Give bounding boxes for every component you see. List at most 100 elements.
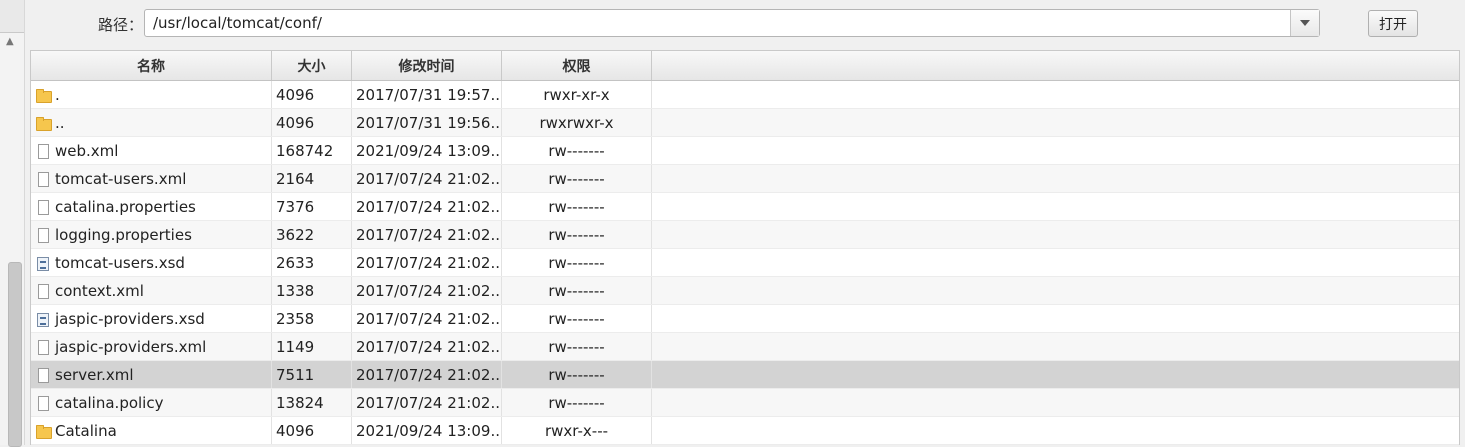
- file-name: context.xml: [55, 281, 144, 300]
- chevron-down-icon: [1300, 20, 1310, 26]
- path-dropdown-button[interactable]: [1290, 10, 1319, 36]
- cell-size: 2358: [272, 305, 352, 332]
- path-input[interactable]: [153, 10, 1283, 36]
- column-header-size[interactable]: 大小: [272, 51, 352, 80]
- path-label: 路径：: [98, 16, 144, 34]
- table-row[interactable]: . 4096 2017/07/31 19:57... rwxr-xr-x: [31, 81, 1459, 109]
- cell-name: Catalina: [31, 417, 272, 444]
- table-row[interactable]: tomcat-users.xsd 2633 2017/07/24 21:02... r…: [31, 249, 1459, 277]
- cell-name: server.xml: [31, 361, 272, 388]
- file-icon: [35, 143, 51, 159]
- cell-name: ..: [31, 109, 272, 136]
- cell-modified: 2021/09/24 13:09...: [352, 417, 502, 444]
- file-icon: [35, 339, 51, 355]
- table-row[interactable]: jaspic-providers.xsd 2358 2017/07/24 21:02…: [31, 305, 1459, 333]
- cell-size: 168742: [272, 137, 352, 164]
- cell-permissions: rwxr-xr-x: [502, 81, 652, 108]
- cell-name: tomcat-users.xml: [31, 165, 272, 192]
- cell-permissions: rw-------: [502, 305, 652, 332]
- table-row[interactable]: tomcat-users.xml 2164 2017/07/24 21:02... r…: [31, 165, 1459, 193]
- cell-size: 4096: [272, 417, 352, 444]
- cell-size: 7376: [272, 193, 352, 220]
- cell-modified: 2017/07/24 21:02...: [352, 333, 502, 360]
- file-icon: [35, 199, 51, 215]
- file-name: jaspic-providers.xsd: [55, 309, 205, 328]
- table-header: 名称 大小 修改时间 权限: [31, 51, 1459, 81]
- file-icon: [35, 227, 51, 243]
- cell-size: 2633: [272, 249, 352, 276]
- cell-permissions: rw-------: [502, 389, 652, 416]
- cell-permissions: rw-------: [502, 333, 652, 360]
- cell-size: 3622: [272, 221, 352, 248]
- cell-name: jaspic-providers.xml: [31, 333, 272, 360]
- cell-size: 4096: [272, 81, 352, 108]
- cell-permissions: rwxr-x---: [502, 417, 652, 444]
- schema-file-icon: [35, 255, 51, 271]
- cell-size: 1149: [272, 333, 352, 360]
- scrollbar-thumb[interactable]: [8, 262, 22, 447]
- cell-permissions: rw-------: [502, 277, 652, 304]
- scroll-up-arrow-icon[interactable]: ▲: [6, 36, 14, 47]
- column-header-permissions[interactable]: 权限: [502, 51, 652, 80]
- cell-permissions: rwxrwxr-x: [502, 109, 652, 136]
- table-row[interactable]: logging.properties 3622 2017/07/24 21:02..…: [31, 221, 1459, 249]
- cell-modified: 2021/09/24 13:09...: [352, 137, 502, 164]
- file-icon: [35, 283, 51, 299]
- cell-permissions: rw-------: [502, 137, 652, 164]
- table-body: . 4096 2017/07/31 19:57... rwxr-xr-x.. 4096 2…: [31, 81, 1459, 445]
- cell-permissions: rw-------: [502, 193, 652, 220]
- file-name: logging.properties: [55, 225, 192, 244]
- column-header-modified[interactable]: 修改时间: [352, 51, 502, 80]
- file-icon: [35, 395, 51, 411]
- cell-modified: 2017/07/24 21:02...: [352, 305, 502, 332]
- table-row[interactable]: jaspic-providers.xml 1149 2017/07/24 21:02…: [31, 333, 1459, 361]
- open-button[interactable]: 打开: [1368, 10, 1418, 37]
- cell-size: 13824: [272, 389, 352, 416]
- folder-icon: [35, 87, 52, 103]
- file-name: catalina.policy: [55, 393, 164, 412]
- cell-name: catalina.policy: [31, 389, 272, 416]
- left-panel-scrollbar[interactable]: ▲: [0, 0, 25, 447]
- cell-size: 7511: [272, 361, 352, 388]
- table-row[interactable]: .. 4096 2017/07/31 19:56... rwxrwxr-x: [31, 109, 1459, 137]
- path-combobox[interactable]: [144, 9, 1320, 37]
- table-row[interactable]: server.xml 7511 2017/07/24 21:02... rw-----…: [31, 361, 1459, 389]
- file-name: tomcat-users.xml: [55, 169, 187, 188]
- cell-size: 4096: [272, 109, 352, 136]
- file-name: ..: [55, 113, 65, 132]
- cell-name: context.xml: [31, 277, 272, 304]
- file-name: tomcat-users.xsd: [55, 253, 185, 272]
- file-table[interactable]: 名称 大小 修改时间 权限 . 4096 2017/07/31 19:57... rw…: [30, 50, 1460, 445]
- schema-file-icon: [35, 311, 51, 327]
- file-name: web.xml: [55, 141, 119, 160]
- table-row[interactable]: catalina.properties 7376 2017/07/24 21:02.…: [31, 193, 1459, 221]
- file-name: .: [55, 85, 60, 104]
- table-row[interactable]: web.xml 168742 2021/09/24 13:09... rw------…: [31, 137, 1459, 165]
- table-row[interactable]: context.xml 1338 2017/07/24 21:02... rw----…: [31, 277, 1459, 305]
- column-header-name[interactable]: 名称: [31, 51, 272, 80]
- cell-name: jaspic-providers.xsd: [31, 305, 272, 332]
- table-row[interactable]: catalina.policy 13824 2017/07/24 21:02... r…: [31, 389, 1459, 417]
- cell-name: catalina.properties: [31, 193, 272, 220]
- cell-modified: 2017/07/24 21:02...: [352, 277, 502, 304]
- cell-size: 2164: [272, 165, 352, 192]
- table-row[interactable]: Catalina 4096 2021/09/24 13:09... rwxr-x---: [31, 417, 1459, 445]
- file-name: jaspic-providers.xml: [55, 337, 207, 356]
- cell-name: web.xml: [31, 137, 272, 164]
- cell-modified: 2017/07/24 21:02...: [352, 221, 502, 248]
- file-name: catalina.properties: [55, 197, 196, 216]
- cell-modified: 2017/07/24 21:02...: [352, 389, 502, 416]
- cell-size: 1338: [272, 277, 352, 304]
- cell-name: tomcat-users.xsd: [31, 249, 272, 276]
- cell-permissions: rw-------: [502, 249, 652, 276]
- file-name: server.xml: [55, 365, 134, 384]
- cell-name: logging.properties: [31, 221, 272, 248]
- folder-icon: [35, 115, 52, 131]
- cell-modified: 2017/07/31 19:57...: [352, 81, 502, 108]
- cell-modified: 2017/07/24 21:02...: [352, 193, 502, 220]
- cell-modified: 2017/07/24 21:02...: [352, 165, 502, 192]
- file-name: Catalina: [55, 421, 117, 440]
- cell-modified: 2017/07/31 19:56...: [352, 109, 502, 136]
- file-icon: [35, 171, 51, 187]
- cell-modified: 2017/07/24 21:02...: [352, 361, 502, 388]
